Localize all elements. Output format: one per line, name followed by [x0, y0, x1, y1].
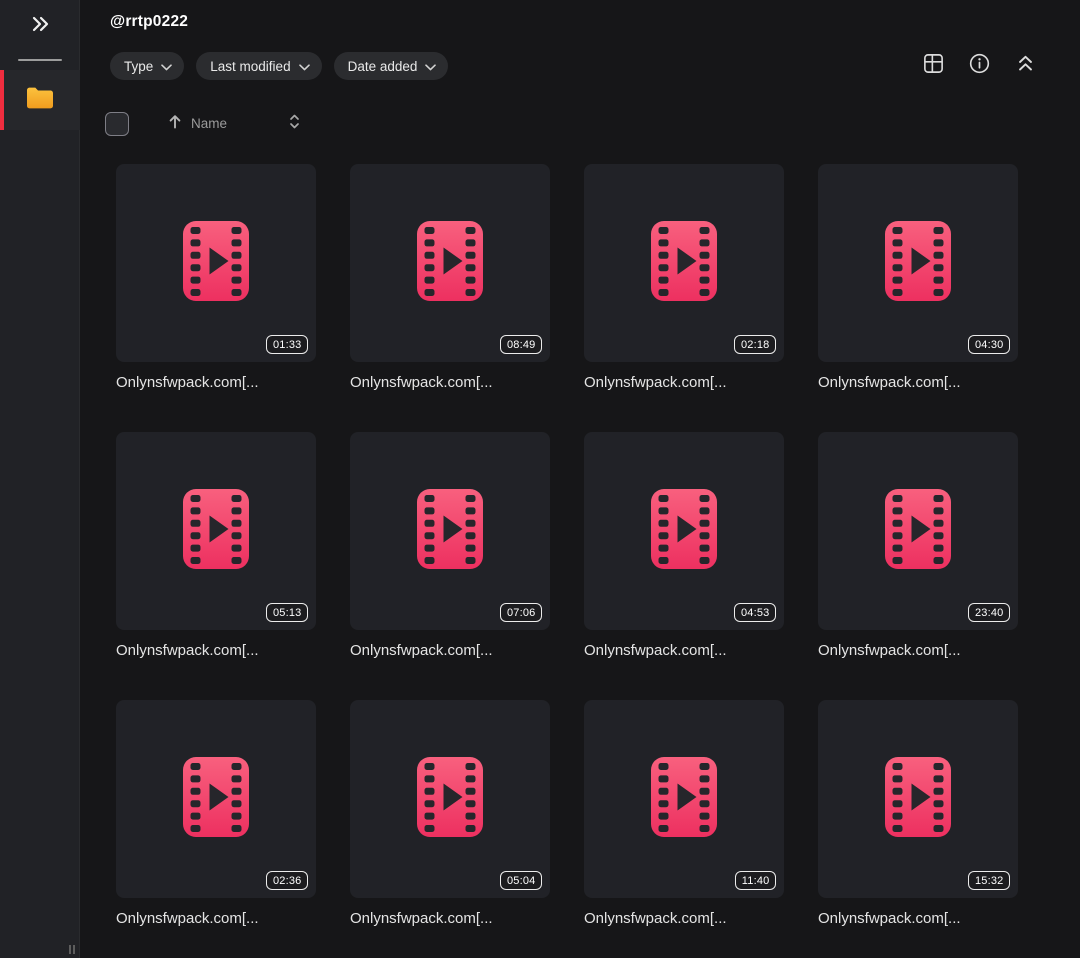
file-card[interactable]: 11:40 Onlynsfwpack.com[... — [584, 700, 784, 927]
video-file-icon — [183, 488, 249, 574]
duration-badge: 02:18 — [734, 335, 776, 354]
file-card[interactable]: 01:33 Onlynsfwpack.com[... — [116, 164, 316, 391]
duration-badge: 02:36 — [266, 871, 308, 890]
file-grid: 01:33 Onlynsfwpack.com[... 08:49 Onlynsf… — [116, 164, 1080, 927]
file-name: Onlynsfwpack.com[... — [116, 642, 259, 659]
duration-badge: 04:30 — [968, 335, 1010, 354]
chevron-down-icon — [417, 59, 437, 74]
sidebar-expand-button[interactable] — [0, 0, 80, 52]
video-thumbnail[interactable]: 01:33 — [116, 164, 316, 362]
duration-badge: 07:06 — [500, 603, 542, 622]
toolbar: Type Last modified Date added — [110, 52, 1038, 80]
duration-badge: 05:04 — [500, 871, 542, 890]
video-file-icon — [417, 488, 483, 574]
file-name: Onlynsfwpack.com[... — [584, 374, 727, 391]
file-name: Onlynsfwpack.com[... — [350, 642, 493, 659]
info-button[interactable] — [966, 53, 992, 79]
file-card[interactable]: 04:30 Onlynsfwpack.com[... — [818, 164, 1018, 391]
collapse-up-icon — [1015, 54, 1036, 78]
file-card[interactable]: 08:49 Onlynsfwpack.com[... — [350, 164, 550, 391]
chevron-down-icon — [291, 59, 310, 74]
video-thumbnail[interactable]: 05:04 — [350, 700, 550, 898]
file-card[interactable]: 15:32 Onlynsfwpack.com[... — [818, 700, 1018, 927]
grid-view-icon — [922, 52, 945, 80]
video-thumbnail[interactable]: 04:53 — [584, 432, 784, 630]
file-name: Onlynsfwpack.com[... — [116, 374, 259, 391]
video-file-icon — [885, 756, 951, 842]
video-thumbnail[interactable]: 07:06 — [350, 432, 550, 630]
chevron-down-icon — [153, 59, 173, 74]
file-manager-window: @rrtp0222 Type Last modified Date added — [0, 0, 1080, 958]
video-thumbnail[interactable]: 02:18 — [584, 164, 784, 362]
file-name: Onlynsfwpack.com[... — [116, 910, 259, 927]
folder-icon — [25, 85, 55, 116]
file-name: Onlynsfwpack.com[... — [584, 910, 727, 927]
file-card[interactable]: 23:40 Onlynsfwpack.com[... — [818, 432, 1018, 659]
file-name: Onlynsfwpack.com[... — [350, 910, 493, 927]
collapse-panel-button[interactable] — [1012, 53, 1038, 79]
video-thumbnail[interactable]: 08:49 — [350, 164, 550, 362]
sidebar-divider — [17, 59, 62, 61]
file-card[interactable]: 02:36 Onlynsfwpack.com[... — [116, 700, 316, 927]
sort-row: Name — [105, 111, 1080, 136]
duration-badge: 01:33 — [266, 335, 308, 354]
video-thumbnail[interactable]: 23:40 — [818, 432, 1018, 630]
duration-badge: 08:49 — [500, 335, 542, 354]
sidebar-item-folder[interactable] — [0, 70, 80, 130]
filter-type-label: Type — [124, 58, 154, 74]
video-file-icon — [651, 220, 717, 306]
duration-badge: 23:40 — [968, 603, 1010, 622]
main-content: @rrtp0222 Type Last modified Date added — [81, 0, 1080, 958]
video-file-icon — [651, 756, 717, 842]
file-card[interactable]: 02:18 Onlynsfwpack.com[... — [584, 164, 784, 391]
file-card[interactable]: 07:06 Onlynsfwpack.com[... — [350, 432, 550, 659]
file-name: Onlynsfwpack.com[... — [350, 374, 493, 391]
video-file-icon — [885, 220, 951, 306]
sort-toggle-button[interactable] — [287, 113, 302, 135]
video-thumbnail[interactable]: 11:40 — [584, 700, 784, 898]
sort-direction-button[interactable] — [167, 113, 183, 135]
file-card[interactable]: 05:13 Onlynsfwpack.com[... — [116, 432, 316, 659]
grid-view-button[interactable] — [920, 53, 946, 79]
video-thumbnail[interactable]: 04:30 — [818, 164, 1018, 362]
chevrons-right-icon — [28, 14, 52, 39]
filter-last-modified-label: Last modified — [210, 58, 291, 74]
filter-type-dropdown[interactable]: Type — [110, 52, 185, 80]
duration-badge: 05:13 — [266, 603, 308, 622]
video-thumbnail[interactable]: 05:13 — [116, 432, 316, 630]
video-file-icon — [183, 220, 249, 306]
file-name: Onlynsfwpack.com[... — [818, 642, 961, 659]
info-icon — [968, 52, 991, 80]
duration-badge: 11:40 — [735, 871, 776, 890]
filter-date-added-dropdown[interactable]: Date added — [333, 52, 449, 80]
arrow-up-icon — [167, 113, 183, 135]
video-file-icon — [651, 488, 717, 574]
video-file-icon — [417, 756, 483, 842]
file-name: Onlynsfwpack.com[... — [584, 642, 727, 659]
file-card[interactable]: 05:04 Onlynsfwpack.com[... — [350, 700, 550, 927]
filter-date-added-label: Date added — [347, 58, 418, 74]
sort-field-label: Name — [191, 116, 228, 131]
page-title: @rrtp0222 — [110, 13, 189, 30]
filter-last-modified-dropdown[interactable]: Last modified — [196, 52, 322, 80]
video-file-icon — [885, 488, 951, 574]
duration-badge: 15:32 — [968, 871, 1010, 890]
sidebar — [0, 0, 80, 958]
select-all-checkbox[interactable] — [105, 111, 129, 136]
file-name: Onlynsfwpack.com[... — [818, 374, 961, 391]
video-file-icon — [417, 220, 483, 306]
sidebar-resize-handle[interactable] — [69, 945, 75, 954]
chevrons-up-down-icon — [287, 113, 302, 135]
video-file-icon — [183, 756, 249, 842]
video-thumbnail[interactable]: 15:32 — [818, 700, 1018, 898]
file-name: Onlynsfwpack.com[... — [818, 910, 961, 927]
duration-badge: 04:53 — [734, 603, 776, 622]
file-card[interactable]: 04:53 Onlynsfwpack.com[... — [584, 432, 784, 659]
video-thumbnail[interactable]: 02:36 — [116, 700, 316, 898]
